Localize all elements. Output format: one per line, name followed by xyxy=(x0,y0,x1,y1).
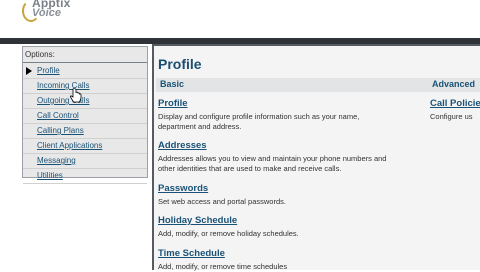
addresses-desc: Addresses allows you to view and maintai… xyxy=(158,154,386,174)
sidebar-item-profile[interactable]: Profile xyxy=(23,64,147,79)
logo-line2: Voice xyxy=(32,7,61,19)
sidebar-item-calling-plans[interactable]: Calling Plans xyxy=(23,124,147,139)
hand-pointer-cursor-icon xyxy=(69,88,82,103)
addresses-desc-line1: Addresses allows you to view and maintai… xyxy=(158,154,387,163)
passwords-link[interactable]: Passwords xyxy=(158,183,208,194)
sidebar-item-label[interactable]: Profile xyxy=(37,64,60,78)
section-basic-label: Basic xyxy=(160,79,185,89)
call-policies-desc: Configure us xyxy=(430,112,473,121)
profile-link[interactable]: Profile xyxy=(158,98,188,109)
apptix-voice-logo: Apptix Voice xyxy=(22,0,82,24)
sidebar-item-label[interactable]: Utilities xyxy=(37,169,63,183)
header: Apptix Voice xyxy=(0,0,480,40)
sidebar-item-incoming-calls[interactable]: Incoming Calls xyxy=(23,79,147,94)
sidebar-item-label[interactable]: Messaging xyxy=(37,154,76,168)
section-advanced-label: Advanced xyxy=(432,79,476,89)
sidebar-item-call-control[interactable]: Call Control xyxy=(23,109,147,124)
holiday-schedule-desc: Add, modify, or remove holiday schedules… xyxy=(158,229,299,238)
profile-desc-line2: department and address. xyxy=(158,122,242,131)
sidebar-item-label[interactable]: Call Control xyxy=(37,109,79,123)
page-title: Profile xyxy=(158,56,202,72)
profile-desc: Display and configure profile informatio… xyxy=(158,112,359,132)
options-sidebar: Options: Profile Incoming Calls Outgoing… xyxy=(22,46,148,184)
sidebar-item-client-applications[interactable]: Client Applications xyxy=(23,139,147,154)
addresses-link[interactable]: Addresses xyxy=(158,140,207,151)
options-nav: Profile Incoming Calls Outgoing Calls Ca… xyxy=(23,64,147,184)
addresses-desc-line2: other identities that are used to make a… xyxy=(158,164,342,173)
profile-desc-line1: Display and configure profile informatio… xyxy=(158,112,360,121)
call-policies-link[interactable]: Call Policies xyxy=(430,98,480,109)
main-content: Profile Basic Advanced Profile Display a… xyxy=(152,44,480,271)
sidebar-item-utilities[interactable]: Utilities xyxy=(23,169,147,184)
current-page-arrow-icon xyxy=(26,67,32,75)
time-schedule-link[interactable]: Time Schedule xyxy=(158,248,225,259)
holiday-schedule-link[interactable]: Holiday Schedule xyxy=(158,215,237,226)
passwords-desc: Set web access and portal passwords. xyxy=(158,197,286,206)
section-header-bar: Basic Advanced xyxy=(156,78,480,92)
sidebar-item-label[interactable]: Client Applications xyxy=(37,139,102,153)
sidebar-separator xyxy=(23,62,147,63)
sidebar-item-messaging[interactable]: Messaging xyxy=(23,154,147,169)
time-schedule-desc: Add, modify, or remove time schedules xyxy=(158,262,288,271)
sidebar-title: Options: xyxy=(25,50,55,59)
sidebar-item-label[interactable]: Calling Plans xyxy=(37,124,84,138)
sidebar-item-outgoing-calls[interactable]: Outgoing Calls xyxy=(23,94,147,109)
